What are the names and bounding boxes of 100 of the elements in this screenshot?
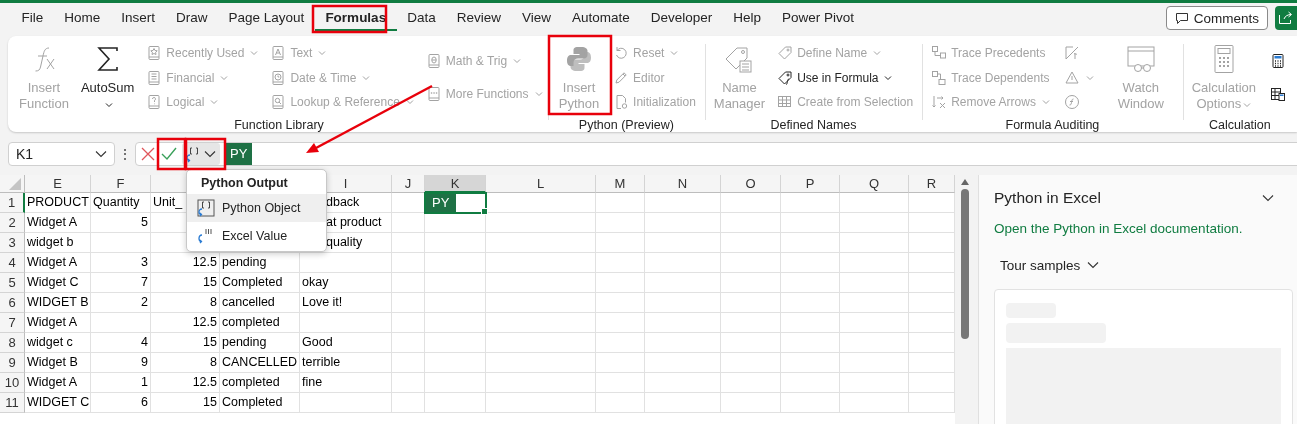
documentation-link[interactable]: Open the Python in Excel documentation.: [994, 221, 1243, 236]
table-cell: Widget A: [25, 253, 91, 273]
table-cell: [840, 373, 909, 393]
column-header[interactable]: Q: [840, 175, 909, 193]
table-cell: [392, 373, 425, 393]
table-cell: widget b: [25, 233, 91, 253]
table-cell: 1: [91, 373, 151, 393]
ribbon-tab[interactable]: View: [511, 5, 562, 31]
row-header[interactable]: 8: [0, 333, 25, 353]
table-cell: [721, 273, 781, 293]
row-header[interactable]: 6: [0, 293, 25, 313]
group-label: Defined Names: [769, 117, 858, 134]
column-header[interactable]: E: [25, 175, 91, 193]
row-header[interactable]: 11: [0, 393, 25, 413]
row-header[interactable]: 10: [0, 373, 25, 393]
warning-icon: [1063, 69, 1080, 86]
ribbon-tab[interactable]: Review: [446, 5, 512, 31]
column-header[interactable]: M: [596, 175, 645, 193]
row-header[interactable]: 1: [0, 193, 25, 213]
group-label: Function Library: [233, 117, 325, 134]
table-cell: [425, 233, 486, 253]
ribbon-tab[interactable]: Developer: [640, 5, 723, 31]
formula-input[interactable]: PY: [225, 141, 1297, 166]
table-cell: completed: [220, 373, 300, 393]
ribbon-tab[interactable]: Insert: [110, 5, 166, 31]
row-header[interactable]: 4: [0, 253, 25, 273]
table-cell: [781, 373, 840, 393]
python-badge: PY: [225, 142, 253, 165]
row-header[interactable]: 7: [0, 313, 25, 333]
table-cell: [392, 213, 425, 233]
column-header[interactable]: O: [721, 175, 781, 193]
table-cell: pending: [220, 253, 300, 273]
column-header[interactable]: R: [909, 175, 955, 193]
share-button[interactable]: [1275, 6, 1297, 30]
book-icon: [146, 69, 163, 86]
table-cell: [781, 273, 840, 293]
table-cell: [425, 333, 486, 353]
table-cell: completed: [220, 313, 300, 333]
book-icon: [270, 44, 287, 61]
table-cell: [840, 293, 909, 313]
table-icon: [1270, 86, 1286, 102]
highlight-box: [184, 137, 227, 171]
table-cell: pending: [220, 333, 300, 353]
column-header[interactable]: L: [486, 175, 596, 193]
selected-cell[interactable]: PY: [425, 193, 486, 213]
table-cell: [392, 273, 425, 293]
table-cell: Widget A: [25, 213, 91, 233]
ribbon-tab[interactable]: Formulas: [314, 5, 397, 31]
table-cell: [781, 313, 840, 333]
table-cell: 15: [151, 393, 220, 413]
row-header[interactable]: 9: [0, 353, 25, 373]
table-cell: 5: [91, 213, 151, 233]
table-cell: [596, 293, 645, 313]
ribbon-tab[interactable]: Help: [722, 5, 772, 31]
tag-icon: [777, 44, 794, 61]
check-icon[interactable]: [160, 145, 178, 162]
table-cell: 7: [91, 273, 151, 293]
arrows-icon: [931, 94, 948, 111]
comments-button[interactable]: Comments: [1165, 6, 1268, 30]
samples-dropdown[interactable]: Tour samples: [1000, 253, 1101, 277]
ribbon-tab[interactable]: Page Layout: [218, 5, 315, 31]
cancel-icon[interactable]: [140, 145, 156, 162]
ribbon-tab[interactable]: Data: [396, 5, 447, 31]
table-cell: PRODUCT: [25, 193, 91, 213]
ribbon-tab[interactable]: Draw: [165, 5, 219, 31]
column-header[interactable]: F: [91, 175, 151, 193]
table-cell: 3: [91, 253, 151, 273]
table-cell: [781, 213, 840, 233]
ribbon-tab[interactable]: File: [11, 5, 54, 31]
table-cell: [840, 233, 909, 253]
table-cell: [392, 393, 425, 413]
column-header[interactable]: N: [645, 175, 721, 193]
row-header[interactable]: 2: [0, 213, 25, 233]
table-cell: 9: [91, 353, 151, 373]
ribbon-button[interactable]: AutoSum: [77, 41, 138, 114]
table-cell: [840, 273, 909, 293]
table-cell: 6: [91, 393, 151, 413]
row-header[interactable]: 3: [0, 233, 25, 253]
column-header[interactable]: J: [392, 175, 425, 193]
ribbon-tab[interactable]: Home: [53, 5, 111, 31]
table-cell: Quantity: [91, 193, 151, 213]
column-header[interactable]: P: [781, 175, 840, 193]
table-cell: [596, 313, 645, 333]
table-cell: 12.5: [151, 253, 220, 273]
options-handle[interactable]: ⋮: [115, 145, 135, 162]
column-header[interactable]: K: [425, 175, 486, 193]
table-cell: [596, 333, 645, 353]
table-cell: [392, 253, 425, 273]
group-label: Calculation: [1207, 117, 1272, 134]
ribbon-button[interactable]: Use in Formula: [775, 66, 916, 89]
menu-item[interactable]: Python Object: [187, 194, 326, 222]
table-cell: [721, 233, 781, 253]
ribbon-tab[interactable]: Power Pivot: [771, 5, 865, 31]
name-box[interactable]: K1: [8, 141, 115, 166]
row-header[interactable]: 5: [0, 273, 25, 293]
table-cell: [425, 293, 486, 313]
ribbon-tab[interactable]: Automate: [561, 5, 641, 31]
table-cell: Widget B: [25, 353, 91, 373]
table-cell: Good: [300, 333, 392, 353]
table-cell: [721, 373, 781, 393]
